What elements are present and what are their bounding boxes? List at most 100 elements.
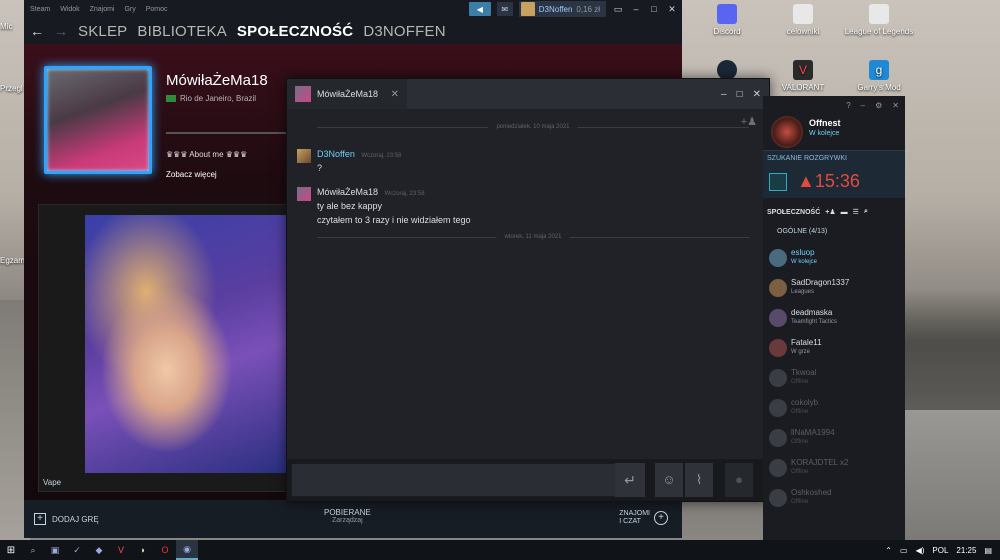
attach-button[interactable]: ⌇ bbox=[685, 463, 713, 497]
downloads-button[interactable]: POBIERANE Zarządzaj bbox=[324, 508, 371, 524]
friend-status: Offline bbox=[791, 439, 809, 445]
smiley-icon: ☺ bbox=[662, 472, 676, 487]
folder-icon[interactable]: ▬ bbox=[841, 209, 848, 216]
friend-status: W kolejce bbox=[791, 259, 818, 265]
message-time: Wczoraj, 23:58 bbox=[384, 191, 425, 197]
minimize-button[interactable]: – bbox=[630, 4, 642, 14]
clock[interactable]: 21:25 bbox=[956, 546, 976, 555]
friend-row[interactable]: Fatale11 W grze bbox=[767, 336, 905, 364]
close-tab-icon[interactable]: ✕ bbox=[391, 89, 399, 100]
menu-gry[interactable]: Gry bbox=[124, 6, 135, 13]
message-author[interactable]: D3Noffen bbox=[317, 149, 355, 159]
garrysmod-icon: g bbox=[869, 60, 889, 80]
announcement-button[interactable]: ◀ bbox=[468, 2, 491, 16]
bigpicture-button[interactable]: ▭ bbox=[612, 4, 624, 15]
taskbar-app-2[interactable]: ◆ bbox=[88, 540, 110, 560]
self-profile[interactable]: Offnest W kolejce bbox=[763, 114, 905, 150]
maximize-button[interactable]: □ bbox=[648, 4, 660, 14]
avatar bbox=[769, 369, 787, 387]
add-friend-icon: + bbox=[654, 511, 668, 525]
friend-row[interactable]: Tkwoal Offline bbox=[767, 366, 905, 394]
nav-community[interactable]: SPOŁECZNOŚĆ bbox=[237, 23, 353, 40]
message-text: ty ale bez kappy bbox=[317, 201, 383, 211]
nav-profile[interactable]: D3NOFFEN bbox=[363, 23, 445, 40]
start-button[interactable]: ⊞ bbox=[0, 540, 22, 560]
close-icon[interactable]: ✕ bbox=[753, 89, 761, 100]
friend-row[interactable]: esluop W kolejce bbox=[767, 246, 905, 274]
task-view-button[interactable]: ▣ bbox=[44, 540, 66, 560]
friend-row[interactable]: KORAJDTEL x2 Offline bbox=[767, 456, 905, 484]
taskbar-app-steam[interactable]: ◉ bbox=[176, 540, 198, 560]
avatar bbox=[769, 249, 787, 267]
volume-icon[interactable]: ◀) bbox=[916, 546, 925, 555]
taskbar-app-1[interactable]: ✓ bbox=[66, 540, 88, 560]
search-button[interactable]: ⌕ bbox=[22, 540, 44, 560]
menu-pomoc[interactable]: Pomoc bbox=[146, 6, 168, 13]
message-author[interactable]: MówiłaŻeMa18 bbox=[317, 187, 378, 197]
chat-tab[interactable]: MówiłaŻeMa18 ✕ bbox=[287, 79, 407, 109]
date-divider: poniedziałek, 10 maja 2021 bbox=[317, 124, 749, 130]
friends-chat-button[interactable]: ZNAJOMI I CZAT + bbox=[619, 510, 668, 526]
self-name: Offnest bbox=[809, 118, 841, 128]
message-input[interactable] bbox=[291, 463, 643, 497]
forward-arrow-icon[interactable]: → bbox=[54, 23, 68, 39]
emoticon-button[interactable]: ☺ bbox=[655, 463, 683, 497]
minimize-icon[interactable]: – bbox=[721, 89, 727, 100]
taskbar-app-3[interactable]: ◗ bbox=[132, 540, 154, 560]
close-icon[interactable]: ✕ bbox=[892, 101, 899, 110]
app-icon: ◆ bbox=[95, 544, 103, 555]
chevron-up-icon[interactable]: ⌃ bbox=[885, 546, 892, 555]
friend-row[interactable]: cokolyb Offline bbox=[767, 396, 905, 424]
search-icon[interactable]: ⌕ bbox=[864, 208, 868, 216]
list-icon[interactable]: ☰ bbox=[853, 208, 859, 216]
menu-steam[interactable]: Steam bbox=[30, 6, 50, 13]
friend-status: Teamfight Tactics bbox=[791, 319, 837, 325]
profile-summary: ♛♛♛ About me ♛♛♛ bbox=[166, 150, 248, 159]
language-indicator[interactable]: POL bbox=[932, 546, 948, 555]
friend-row[interactable]: SadDragon1337 Leagues bbox=[767, 276, 905, 304]
chat-input-area: ↵ ☺ ⌇ ● bbox=[287, 459, 769, 501]
settings-icon[interactable]: ⚙ bbox=[875, 101, 882, 110]
desktop-icon-garrysmod[interactable]: g Garry's Mod bbox=[834, 60, 924, 92]
network-icon[interactable]: ▭ bbox=[900, 546, 908, 555]
chat-titlebar: MówiłaŻeMa18 ✕ – □ ✕ bbox=[287, 79, 769, 109]
menu-znajomi[interactable]: Znajomi bbox=[90, 6, 115, 13]
group-general[interactable]: OGÓLNE (4/13) bbox=[777, 228, 827, 235]
voice-button[interactable]: ● bbox=[725, 463, 753, 497]
date-divider: wtorek, 11 maja 2021 bbox=[317, 234, 749, 240]
profile-avatar bbox=[44, 66, 152, 174]
wallpaper-trees bbox=[900, 290, 1000, 420]
menu-widok[interactable]: Widok bbox=[60, 6, 79, 13]
maximize-icon[interactable]: □ bbox=[737, 89, 743, 100]
back-arrow-icon[interactable]: ← bbox=[30, 23, 44, 39]
avatar bbox=[771, 116, 803, 148]
add-game-button[interactable]: + DODAJ GRĘ bbox=[34, 513, 99, 525]
minimize-icon[interactable]: – bbox=[861, 101, 865, 110]
nav-store[interactable]: SKLEP bbox=[78, 23, 127, 40]
showcase-caption: Vape bbox=[43, 478, 62, 487]
avatar bbox=[769, 339, 787, 357]
minimize-icon: – bbox=[633, 4, 639, 14]
bigpicture-icon: ▭ bbox=[613, 3, 623, 14]
steam-footer: + DODAJ GRĘ POBIERANE Zarządzaj ZNAJOMI … bbox=[24, 500, 682, 538]
nav-library[interactable]: BIBLIOTEKA bbox=[137, 23, 227, 40]
friend-row[interactable]: deadmaska Teamfight Tactics bbox=[767, 306, 905, 334]
friend-row[interactable]: llNaMA1994 Offline bbox=[767, 426, 905, 454]
close-button[interactable]: ✕ bbox=[666, 4, 678, 15]
file-icon bbox=[869, 4, 889, 24]
view-more-link[interactable]: Zobacz więcej bbox=[166, 170, 217, 179]
artwork-showcase[interactable]: Vape bbox=[38, 204, 289, 492]
taskbar-app-opera[interactable]: O bbox=[154, 540, 176, 560]
notifications-button[interactable]: ✉ bbox=[496, 2, 513, 16]
friend-row[interactable]: Oshkoshed Offline bbox=[767, 486, 905, 514]
add-friend-icon[interactable]: +♟ bbox=[825, 208, 835, 216]
user-menu[interactable]: D3Noffen 0,16 zł bbox=[518, 1, 606, 17]
taskbar-app-valorant[interactable]: V bbox=[110, 540, 132, 560]
send-button[interactable]: ↵ bbox=[615, 463, 645, 497]
desktop-icon-league[interactable]: League of Legends bbox=[834, 4, 924, 36]
steam-title-right: ◀ ✉ D3Noffen 0,16 zł ▭ – □ ✕ bbox=[468, 1, 682, 17]
notifications-icon[interactable]: ▤ bbox=[984, 546, 992, 555]
opera-icon: O bbox=[161, 545, 169, 555]
profile-level-bar bbox=[166, 132, 296, 134]
help-icon[interactable]: ? bbox=[846, 101, 850, 110]
